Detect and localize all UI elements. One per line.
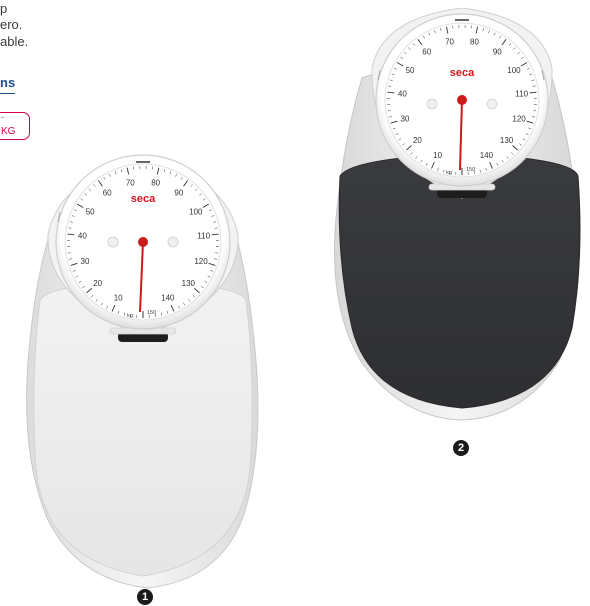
dial-max-label: 150 (147, 310, 156, 316)
dial-scale-label: 100 (507, 66, 521, 75)
dial-scale-label: 60 (103, 189, 112, 198)
dial-scale-label: 40 (78, 232, 87, 241)
dial-scale-label: 110 (515, 90, 528, 99)
dial-scale-label: 80 (470, 37, 479, 46)
dial-left-knob (426, 98, 438, 110)
dial-scale-label: 70 (445, 37, 454, 46)
scale-1-number-badge: 1 (137, 589, 153, 605)
unit-badge: - KG (0, 112, 30, 140)
scale-2-image: 10 20 30 40 50 60 70 80 90 100 110 120 130 140 seca 1… (334, 8, 581, 421)
dial-scale-label: 30 (81, 257, 90, 266)
dial-hub (138, 237, 148, 247)
text-fragment-3: able. (0, 34, 29, 49)
dial-brand: seca (131, 193, 156, 205)
section-link[interactable]: ns (0, 74, 16, 94)
dial-scale-label: 90 (493, 47, 502, 56)
text-fragment-2: ero. (0, 17, 23, 32)
dial-hub (457, 95, 467, 105)
dial-brand: seca (450, 67, 475, 79)
dial-max-label: 150 (466, 167, 475, 173)
dial-scale-label: 110 (197, 232, 210, 241)
badge-top-text: - (1, 112, 4, 122)
dial-scale-label: 70 (126, 178, 135, 187)
dial-scale-label: 130 (500, 136, 514, 145)
scale-2-number-badge: 2 (453, 440, 469, 456)
dial-scale-label: 120 (512, 115, 526, 124)
dial-scale-label: 20 (93, 279, 102, 288)
dial-scale-label: 140 (161, 294, 175, 303)
scale-1-image: 10 20 30 40 50 60 70 80 90 100 110 120 130 140 seca 1… (26, 154, 259, 589)
dial-scale-label: 120 (194, 257, 208, 266)
dial-scale-label: 10 (433, 151, 442, 160)
dial-scale-label: 60 (422, 47, 431, 56)
dial-scale-label: 100 (189, 208, 203, 217)
dial-scale-label: 50 (86, 208, 95, 217)
dial-scale-label: 10 (114, 294, 123, 303)
dial-scale-label: 90 (174, 189, 183, 198)
text-fragment-1: p (0, 1, 8, 16)
dial-unit-label: kg (446, 170, 452, 176)
dial-scale-label: 40 (398, 90, 407, 99)
dial-scale-label: 50 (406, 66, 415, 75)
dial-scale-label: 20 (413, 136, 422, 145)
dial-left-knob (107, 236, 119, 248)
dial-scale-label: 130 (182, 279, 196, 288)
badge-unit-text: KG (1, 126, 16, 137)
dial-unit-label: kg (127, 313, 133, 319)
dial-scale-label: 140 (480, 151, 494, 160)
dial-right-knob (167, 236, 179, 248)
dial-scale-label: 30 (400, 115, 409, 124)
dial-scale-label: 80 (151, 178, 160, 187)
dial-right-knob (486, 98, 498, 110)
